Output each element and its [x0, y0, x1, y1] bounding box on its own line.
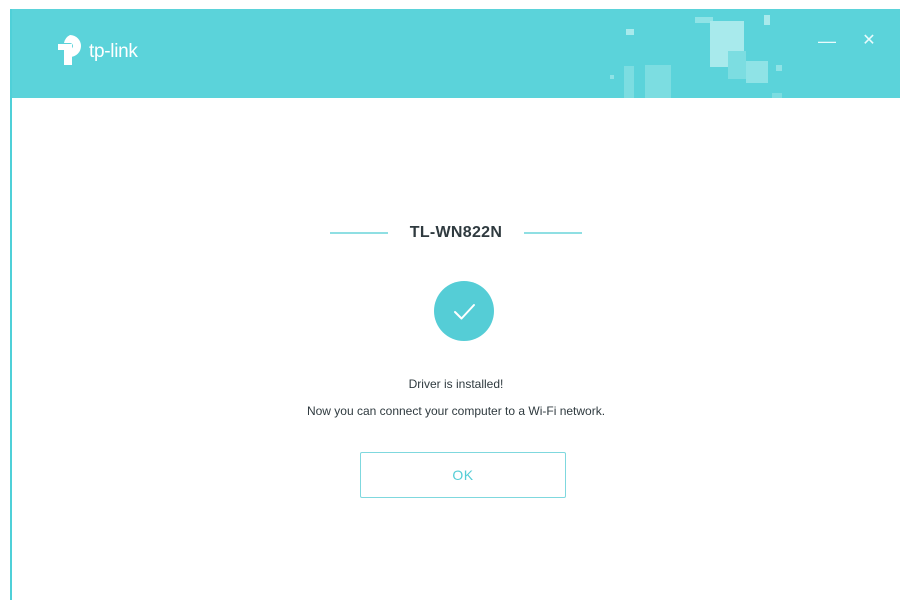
ok-button[interactable]: OK	[360, 452, 566, 498]
status-title: Driver is installed!	[408, 377, 504, 391]
status-detail: Now you can connect your computer to a W…	[306, 404, 606, 418]
brand-name: tp-link	[89, 41, 138, 62]
divider-left	[329, 232, 388, 234]
title-bar[interactable]: tp-link — ✕	[12, 9, 900, 98]
divider-right	[524, 232, 583, 234]
minimize-button[interactable]: —	[817, 31, 837, 51]
device-heading: TL-WN822N	[12, 224, 900, 242]
installer-window: tp-link — ✕ TL-WN822N Driver is installe…	[10, 9, 900, 600]
close-icon: ✕	[862, 32, 876, 49]
close-button[interactable]: ✕	[859, 31, 879, 51]
status-message: Driver is installed! Now you can connect…	[12, 371, 900, 425]
tp-link-logo-icon	[56, 35, 86, 65]
device-name: TL-WN822N	[409, 224, 503, 241]
check-icon	[434, 281, 494, 341]
minimize-icon: —	[818, 31, 836, 51]
tp-link-logo: tp-link	[56, 35, 138, 65]
